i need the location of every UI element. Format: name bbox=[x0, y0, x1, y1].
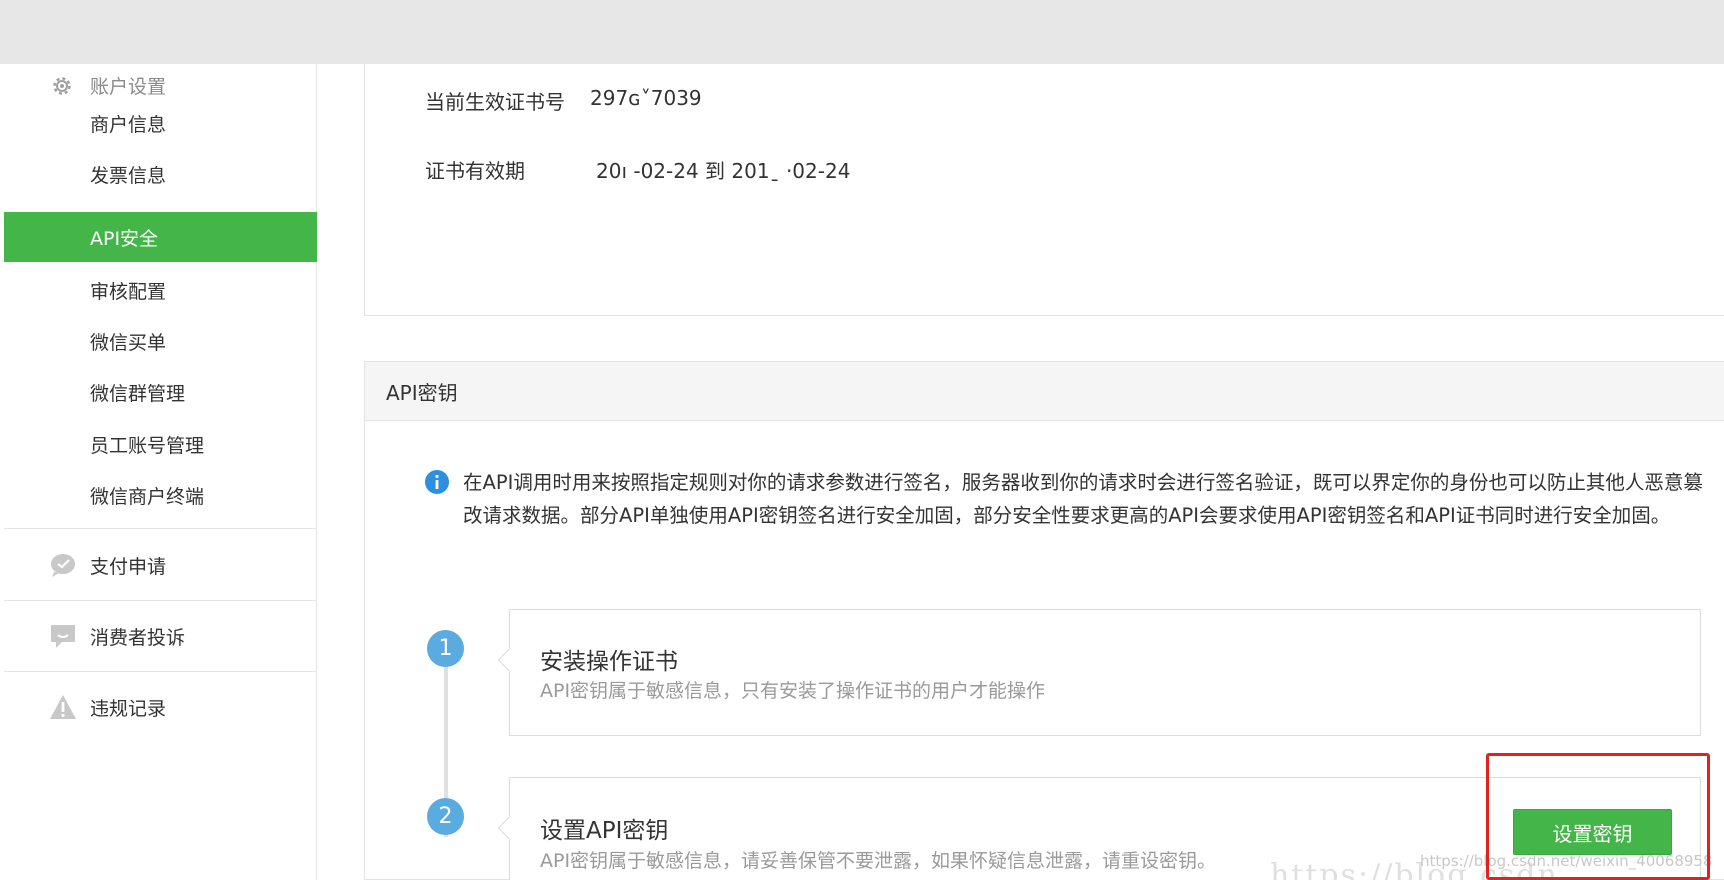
step-description: API密钥属于敏感信息，请妥善保管不要泄露，如果怀疑信息泄露，请重设密钥。 bbox=[540, 850, 1217, 872]
sidebar-item-staff-accounts[interactable]: 员工账号管理 bbox=[4, 419, 317, 469]
chat-bubble-icon bbox=[51, 554, 75, 577]
sidebar-item-invoice-info[interactable]: 发票信息 bbox=[4, 149, 317, 199]
sidebar-section-label: 消费者投诉 bbox=[90, 626, 186, 649]
sidebar-group-label: 账户设置 bbox=[90, 75, 167, 98]
sidebar-section-label: 违规记录 bbox=[90, 697, 167, 720]
sidebar-item-label: 微信买单 bbox=[90, 331, 167, 354]
certificate-panel: 当前生效证书号 297ɢ˅7039 证书有效期 20ı -02-24 到 201… bbox=[364, 64, 1724, 316]
certificate-serial-row: 当前生效证书号 297ɢ˅7039 bbox=[425, 86, 702, 115]
step-install-certificate: 安装操作证书 API密钥属于敏感信息，只有安装了操作证书的用户才能操作 bbox=[497, 609, 1701, 736]
sidebar-item-api-security[interactable]: API安全 bbox=[4, 212, 317, 262]
sidebar-item-label: 商户信息 bbox=[90, 113, 167, 136]
set-key-button[interactable]: 设置密钥 bbox=[1513, 809, 1672, 855]
certificate-validity-row: 证书有效期 20ı -02-24 到 201ˍ ·02-24 bbox=[425, 155, 850, 184]
step-description: API密钥属于敏感信息，只有安装了操作证书的用户才能操作 bbox=[540, 680, 1046, 702]
sidebar-item-label: 审核配置 bbox=[90, 280, 167, 303]
sidebar-section-payment-application[interactable]: 支付申请 bbox=[4, 540, 317, 590]
sidebar-section-label: 支付申请 bbox=[90, 555, 167, 578]
divider bbox=[4, 671, 317, 672]
step-number-badge: 2 bbox=[427, 798, 464, 835]
sidebar-item-merchant-terminal[interactable]: 微信商户终端 bbox=[4, 470, 317, 520]
api-key-title: API密钥 bbox=[386, 380, 458, 405]
sidebar-item-label: 微信商户终端 bbox=[90, 485, 205, 508]
sidebar-item-label: API安全 bbox=[90, 227, 159, 250]
sidebar-section-violation-records[interactable]: 违规记录 bbox=[4, 682, 317, 732]
divider bbox=[4, 528, 317, 529]
comment-icon bbox=[51, 625, 75, 648]
sidebar-section-consumer-complaints[interactable]: 消费者投诉 bbox=[4, 611, 317, 661]
divider bbox=[4, 600, 317, 601]
step-title: 安装操作证书 bbox=[540, 649, 678, 675]
step-pointer bbox=[497, 816, 521, 840]
sidebar-item-review-config[interactable]: 审核配置 bbox=[4, 265, 317, 315]
api-key-header: API密钥 bbox=[365, 362, 1724, 421]
sidebar-item-label: 员工账号管理 bbox=[90, 434, 205, 457]
certificate-validity-value: 20ı -02-24 到 201ˍ ·02-24 bbox=[596, 159, 851, 183]
sidebar: 账户设置 商户信息 发票信息 API安全 审核配置 微信买单 微信群管理 员工账… bbox=[4, 64, 317, 880]
api-key-info-text: 在API调用时用来按照指定规则对你的请求参数进行签名，服务器收到你的请求时会进行… bbox=[463, 471, 1703, 527]
warning-icon bbox=[50, 695, 76, 719]
sidebar-item-label: 发票信息 bbox=[90, 164, 167, 187]
sidebar-item-merchant-info[interactable]: 商户信息 bbox=[4, 98, 317, 148]
info-icon bbox=[425, 470, 449, 494]
sidebar-item-wechat-pay-bill[interactable]: 微信买单 bbox=[4, 316, 317, 366]
step-pointer bbox=[497, 648, 521, 672]
sidebar-item-label: 微信群管理 bbox=[90, 382, 186, 405]
sidebar-item-wechat-group-management[interactable]: 微信群管理 bbox=[4, 367, 317, 417]
certificate-serial-label: 当前生效证书号 bbox=[425, 90, 565, 114]
step-title: 设置API密钥 bbox=[540, 818, 669, 844]
gear-icon bbox=[53, 77, 71, 95]
certificate-validity-label: 证书有效期 bbox=[425, 159, 525, 183]
top-bar bbox=[0, 0, 1724, 64]
api-key-panel: API密钥 在API调用时用来按照指定规则对你的请求参数进行签名，服务器收到你的… bbox=[364, 361, 1724, 880]
step-number-badge: 1 bbox=[427, 630, 464, 667]
certificate-serial-value: 297ɢ˅7039 bbox=[590, 86, 702, 110]
